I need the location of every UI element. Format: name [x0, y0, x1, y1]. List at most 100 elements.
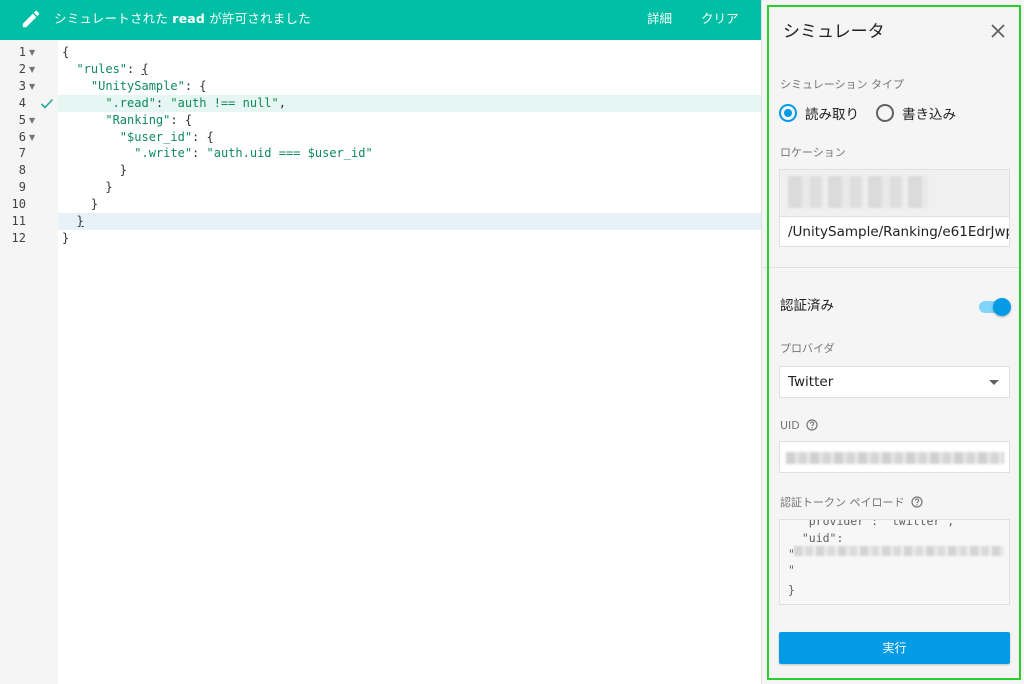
fold-arrow-icon[interactable]: ▼ [29, 129, 35, 146]
simulation-result-banner: シミュレートされた read が許可されました 詳細 クリア [0, 0, 761, 40]
code-punct-token: } [76, 214, 84, 228]
fold-arrow-icon[interactable]: ▼ [29, 61, 35, 78]
code-text: ".read": "auth !== null", [62, 95, 286, 112]
auth-payload-label: 認証トークン ペイロード [780, 496, 905, 509]
code-line: 3 ▼ "UnitySample": { [0, 78, 761, 95]
code-punct-token: : [155, 95, 171, 110]
code-text: "$user_id": { [62, 129, 214, 146]
redacted-uid-value [794, 546, 1004, 556]
code-string-token: ".write" [62, 146, 193, 161]
code-punct-token: { [62, 45, 70, 59]
code-string-token: "auth !== null" [170, 95, 279, 110]
clear-button[interactable]: クリア [701, 11, 739, 27]
code-line: 1 ▼ { [0, 44, 761, 61]
fold-arrow-icon[interactable]: ▼ [29, 112, 35, 129]
code-punct-token: } [62, 163, 128, 178]
line-number: 10 [11, 197, 26, 212]
payload-line: "provider": "twitter", [788, 519, 955, 528]
radio-write-label: 書き込み [902, 107, 956, 123]
uid-label-row: UID [780, 419, 818, 433]
code-line-background [58, 61, 761, 78]
code-punct-token: , [278, 95, 286, 110]
code-text: } [62, 162, 127, 179]
code-line-background [58, 44, 761, 61]
fold-arrow-icon[interactable]: ▼ [29, 78, 35, 95]
pencil-icon [22, 10, 40, 28]
rules-editor-pane: シミュレートされた read が許可されました 詳細 クリア 1 ▼{2 ▼ "ru… [0, 0, 761, 684]
authenticated-label: 認証済み [780, 298, 834, 314]
authenticated-toggle[interactable] [979, 298, 1011, 316]
code-string-token: "Ranking" [62, 112, 171, 127]
code-line: 7 ".write": "auth.uid === $user_id" [0, 145, 761, 162]
uid-label: UID [780, 419, 800, 432]
provider-label: プロバイダ [780, 342, 835, 355]
code-text: ".write": "auth.uid === $user_id" [62, 145, 373, 162]
code-punct-token: } [62, 180, 113, 195]
code-string-token: "rules" [62, 61, 128, 76]
line-number: 11 [11, 214, 26, 228]
line-number: 9 [18, 180, 26, 195]
help-icon[interactable] [910, 496, 923, 508]
code-line-background [58, 179, 761, 196]
line-number: 1 [18, 45, 26, 59]
code-line-background [58, 196, 761, 213]
location-label: ロケーション [780, 146, 846, 159]
code-text: "Ranking": { [62, 112, 192, 129]
code-line: 8 } [0, 162, 761, 179]
provider-value: Twitter [788, 374, 834, 390]
fold-arrow-icon[interactable]: ▼ [29, 44, 35, 61]
radio-read[interactable]: 読み取り [779, 103, 859, 123]
payload-line: "uid": [788, 531, 844, 545]
code-punct-token: : { [170, 112, 193, 127]
code-line-background [58, 230, 761, 247]
code-punct-token: : { [192, 129, 214, 144]
code-punct-token: : [127, 61, 142, 76]
line-number: 12 [11, 230, 26, 245]
location-input[interactable]: /UnitySample/Ranking/e61EdrJwp [780, 216, 1009, 246]
radio-write[interactable]: 書き込み [876, 103, 956, 123]
code-text: "UnitySample": { [62, 78, 207, 95]
code-line: 12} [0, 230, 761, 247]
simulation-type-label: シミュレーション タイプ [780, 78, 905, 91]
code-line: 9 } [0, 179, 761, 196]
code-line-background [58, 213, 761, 230]
code-string-token: "UnitySample" [62, 78, 185, 93]
payload-line: " [788, 563, 795, 577]
code-text: } [62, 230, 69, 247]
help-icon[interactable] [806, 419, 818, 431]
code-text: "rules": { [62, 61, 149, 78]
code-punct-token: { [141, 61, 149, 76]
details-button[interactable]: 詳細 [647, 11, 672, 27]
code-line: 5 ▼ "Ranking": { [0, 112, 761, 129]
code-string-token: "$user_id" [62, 129, 193, 144]
radio-read-label: 読み取り [805, 107, 859, 123]
code-punct-token: : { [184, 78, 207, 93]
code-line: 4 ".read": "auth !== null", [0, 94, 761, 112]
code-punct-token: } [62, 230, 70, 245]
code-line: 6 ▼ "$user_id": { [0, 129, 761, 146]
simulator-title: シミュレータ [783, 22, 885, 42]
code-string-token: "auth.uid === $user_id" [206, 146, 373, 161]
uid-input[interactable] [779, 441, 1010, 473]
banner-message-suffix: が許可されました [205, 11, 311, 26]
line-number: 8 [18, 163, 26, 178]
radio-write-indicator [876, 104, 894, 122]
code-punct-token: : [192, 146, 207, 161]
run-button[interactable]: 実行 [779, 632, 1010, 664]
dropdown-caret-icon [989, 380, 999, 385]
code-text: { [62, 44, 69, 61]
provider-select[interactable]: Twitter [779, 366, 1010, 398]
redacted-uid [786, 452, 1004, 464]
auth-payload-editor[interactable]: "provider": "twitter", "uid": " " } [779, 519, 1010, 605]
payload-label-row: 認証トークン ペイロード [780, 496, 923, 510]
close-icon[interactable] [990, 23, 1006, 39]
code-text: } [62, 196, 98, 213]
payload-line: } [788, 583, 795, 597]
line-number: 7 [18, 146, 26, 161]
line-number: 6 [18, 129, 26, 144]
toggle-knob [993, 298, 1011, 316]
radio-read-indicator [779, 104, 797, 122]
code-text: } [62, 179, 113, 196]
line-number: 5 [18, 112, 26, 127]
banner-message-prefix: シミュレートされた [54, 11, 173, 26]
